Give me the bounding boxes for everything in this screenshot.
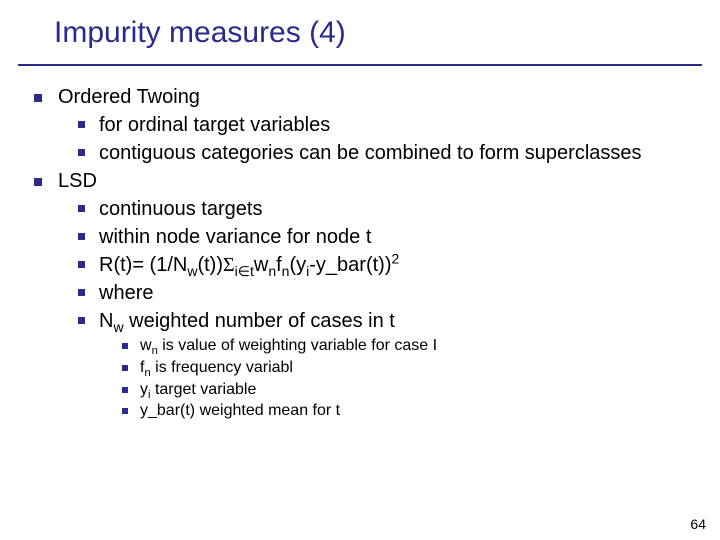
text: R(t)= (1/Nw(t))Σi∈twnfn(yi-y_bar(t))2: [99, 252, 690, 278]
text: Nw weighted number of cases in t: [99, 308, 690, 334]
bullet-where: where: [78, 280, 690, 306]
bullet-nw-weighted: Nw weighted number of cases in t: [78, 308, 690, 334]
page-number: 64: [690, 516, 706, 532]
square-bullet-icon: [122, 387, 128, 393]
bullet-ordered-twoing: Ordered Twoing: [34, 84, 690, 110]
square-bullet-icon: [122, 343, 128, 349]
text: wn is value of weighting variable for ca…: [140, 336, 690, 357]
slide-body: Ordered Twoing for ordinal target variab…: [34, 84, 690, 423]
text: y_bar(t) weighted mean for t: [140, 401, 690, 422]
square-bullet-icon: [34, 94, 42, 102]
text: fn is frequency variabl: [140, 358, 690, 379]
slide: Impurity measures (4) Ordered Twoing for…: [0, 0, 720, 540]
square-bullet-icon: [122, 408, 128, 414]
bullet-yi: yi target variable: [122, 380, 690, 401]
square-bullet-icon: [78, 289, 85, 296]
square-bullet-icon: [34, 178, 42, 186]
bullet-ordinal-target: for ordinal target variables: [78, 112, 690, 138]
square-bullet-icon: [78, 261, 85, 268]
square-bullet-icon: [122, 365, 128, 371]
bullet-within-node-variance: within node variance for node t: [78, 224, 690, 250]
text: LSD: [58, 168, 690, 194]
title-rule: [18, 64, 702, 66]
bullet-rt-formula: R(t)= (1/Nw(t))Σi∈twnfn(yi-y_bar(t))2: [78, 252, 690, 278]
text: within node variance for node t: [99, 224, 690, 250]
bullet-fn: fn is frequency variabl: [122, 358, 690, 379]
text: for ordinal target variables: [99, 112, 690, 138]
text: yi target variable: [140, 380, 690, 401]
text: contiguous categories can be combined to…: [99, 140, 690, 166]
square-bullet-icon: [78, 233, 85, 240]
bullet-continuous-targets: continuous targets: [78, 196, 690, 222]
square-bullet-icon: [78, 205, 85, 212]
square-bullet-icon: [78, 121, 85, 128]
text: Ordered Twoing: [58, 84, 690, 110]
square-bullet-icon: [78, 149, 85, 156]
bullet-contiguous-categories: contiguous categories can be combined to…: [78, 140, 690, 166]
slide-title: Impurity measures (4): [0, 0, 720, 50]
bullet-wn: wn is value of weighting variable for ca…: [122, 336, 690, 357]
square-bullet-icon: [78, 317, 85, 324]
text: where: [99, 280, 690, 306]
bullet-ybar: y_bar(t) weighted mean for t: [122, 401, 690, 422]
bullet-lsd: LSD: [34, 168, 690, 194]
text: continuous targets: [99, 196, 690, 222]
